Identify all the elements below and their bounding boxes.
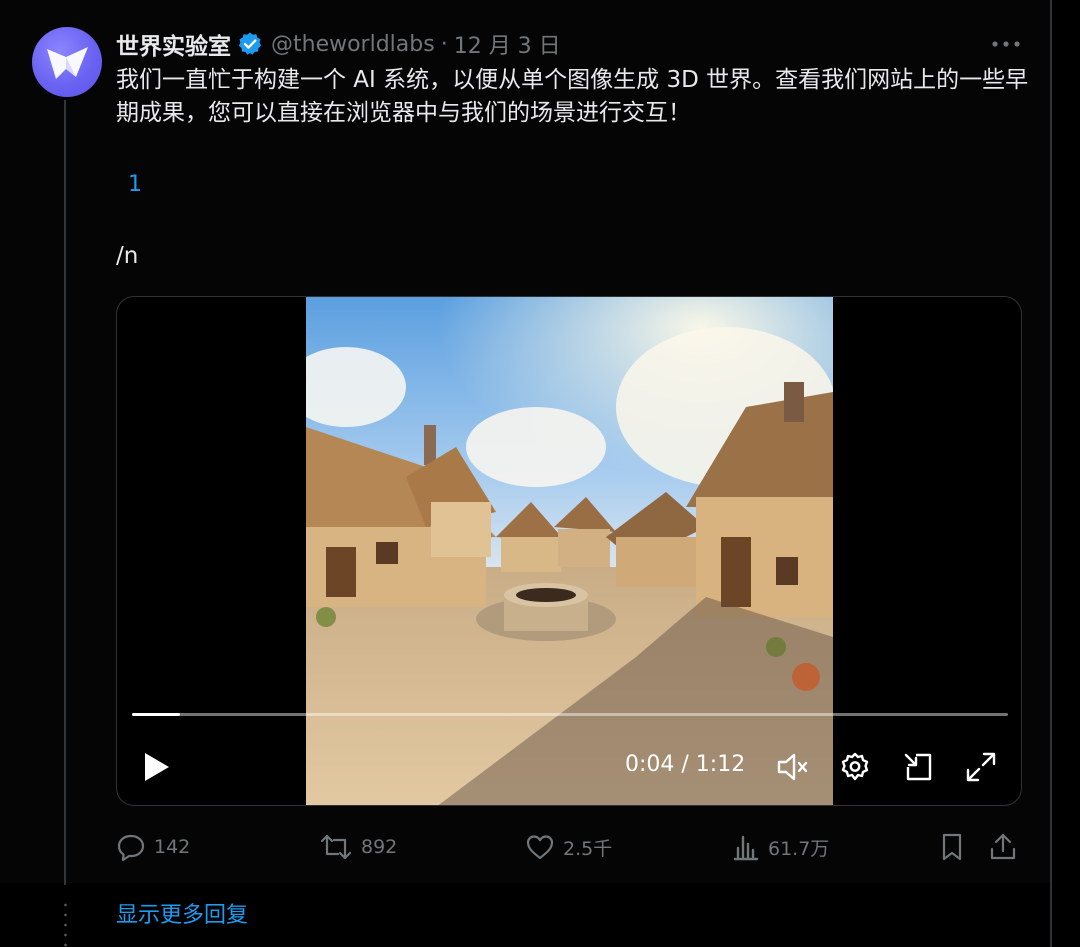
share-icon[interactable] (988, 830, 1018, 864)
avatar[interactable] (32, 27, 102, 97)
display-name[interactable]: 世界实验室 (116, 27, 231, 61)
more-icon[interactable] (988, 30, 1024, 58)
repost-count: 892 (361, 836, 398, 858)
settings-icon[interactable] (837, 749, 873, 785)
tweet-extra-text: /n (116, 243, 139, 269)
views-icon (732, 832, 760, 862)
tweet-link[interactable]: 1 (128, 172, 142, 197)
reply-icon (116, 832, 146, 862)
verified-icon (237, 31, 263, 57)
thread-dots (64, 900, 67, 947)
repost-icon (319, 832, 353, 862)
reply-button[interactable]: 142 (116, 830, 190, 864)
video-player[interactable]: 0:04 / 1:12 (116, 296, 1022, 806)
show-more-replies-link[interactable]: 显示更多回复 (116, 897, 248, 929)
thread-line (64, 100, 66, 885)
video-time: 0:04 / 1:12 (625, 752, 746, 777)
views-count: 61.7万 (768, 837, 830, 860)
progress-fill (132, 713, 181, 716)
fullscreen-icon[interactable] (963, 749, 999, 785)
like-button[interactable]: 2.5千 (525, 830, 612, 864)
video-frame (306, 297, 833, 805)
tweet-header: 世界实验室 @theworldlabs · 12 月 3 日 (116, 27, 561, 61)
mute-icon[interactable] (775, 749, 811, 785)
play-icon[interactable] (139, 747, 175, 787)
views-button[interactable]: 61.7万 (732, 830, 829, 864)
like-count: 2.5千 (563, 837, 613, 860)
pip-icon[interactable] (901, 749, 937, 785)
tweet-card: 世界实验室 @theworldlabs · 12 月 3 日 我们一直忙于构建一… (0, 0, 1050, 885)
progress-bar[interactable] (132, 713, 1008, 716)
repost-button[interactable]: 892 (319, 830, 397, 864)
like-icon (525, 832, 555, 862)
tweet-text: 我们一直忙于构建一个 AI 系统，以便从单个图像生成 3D 世界。查看我们网站上… (116, 67, 1029, 126)
action-bar: 142 892 2.5千 61.7万 (116, 830, 1026, 864)
bookmark-icon[interactable] (938, 830, 966, 864)
separator-dot: · (440, 31, 448, 57)
column-divider (1050, 0, 1052, 947)
tweet-date[interactable]: 12 月 3 日 (454, 28, 561, 60)
reply-count: 142 (154, 836, 191, 858)
handle[interactable]: @theworldlabs (271, 32, 435, 57)
